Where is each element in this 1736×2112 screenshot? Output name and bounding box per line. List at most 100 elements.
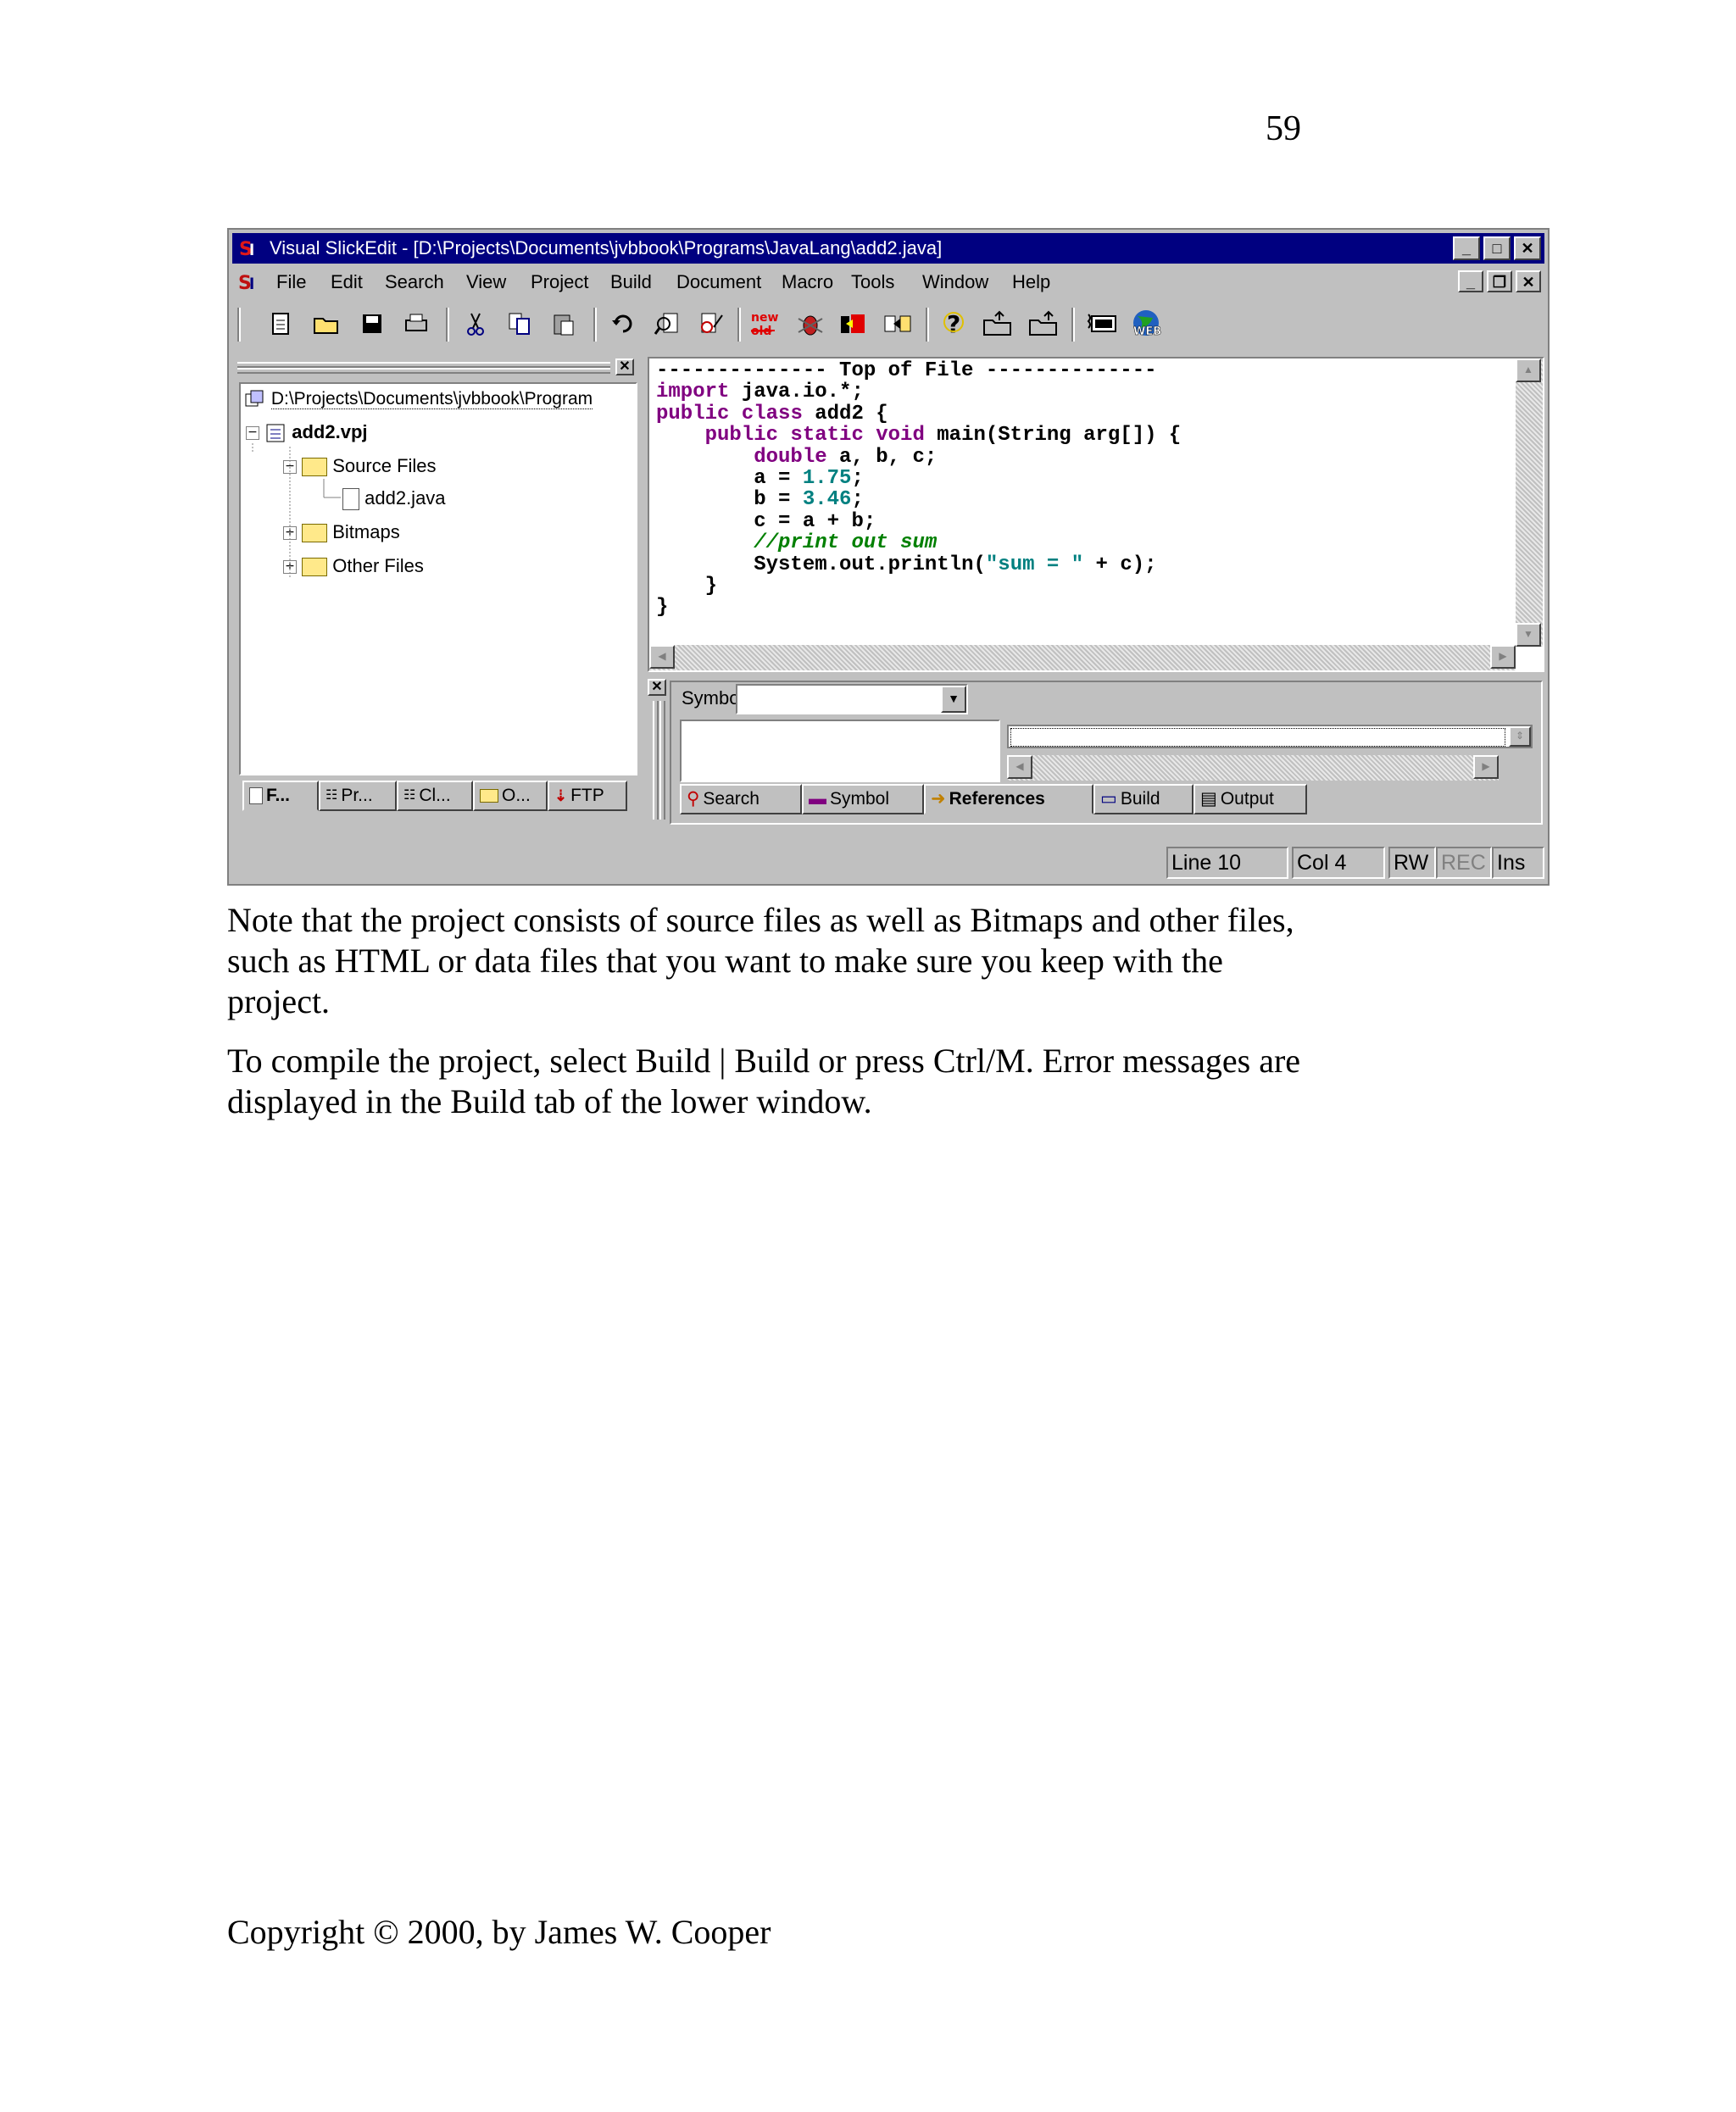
open-folder-icon[interactable] [310, 308, 342, 340]
print-icon[interactable] [400, 308, 432, 340]
tab-files-label: F... [266, 786, 291, 805]
tab-search-label: Search [703, 789, 760, 809]
tab-files[interactable]: F... [242, 781, 319, 811]
help-icon[interactable]: ? [938, 308, 970, 340]
find-icon[interactable] [651, 308, 683, 340]
tab-references[interactable]: ➜ References [924, 784, 1093, 814]
menu-view[interactable]: View [466, 267, 506, 297]
web-icon[interactable]: WEB [1129, 308, 1161, 340]
spin-icon[interactable]: ⇕ [1509, 726, 1531, 747]
status-rw: RW [1388, 847, 1436, 879]
menu-document[interactable]: Document [676, 267, 761, 297]
build-icon: ▭ [1100, 789, 1117, 809]
menu-project[interactable]: Project [531, 267, 588, 297]
slickedit-screenshot: S l Visual SlickEdit - [D:\Projects\Docu… [227, 228, 1550, 886]
class-list-icon: ☷ [403, 788, 416, 803]
menu-tools[interactable]: Tools [851, 267, 894, 297]
code-text-run: java.io.*; [729, 381, 864, 404]
file-icon [249, 787, 263, 804]
debug-bug-icon[interactable] [793, 308, 826, 340]
code-text-run: c = a + b; [754, 509, 876, 533]
code-editor[interactable]: -------------- Top of File -------------… [648, 357, 1544, 672]
tab-symbol[interactable]: ▬ Symbol [802, 784, 924, 814]
menu-file[interactable]: File [276, 267, 306, 297]
menu-window[interactable]: Window [922, 267, 988, 297]
tab-search[interactable]: ⚲ Search [680, 784, 802, 814]
code-keyword: public [656, 402, 730, 425]
code-line-top-of-file: -------------- Top of File -------------… [656, 359, 1157, 382]
doc-restore-button[interactable]: ❐ [1487, 270, 1512, 292]
copyright: Copyright © 2000, by James W. Cooper [227, 1913, 771, 1951]
paragraph-2: To compile the project, select Build | B… [227, 1042, 1301, 1120]
minimize-button[interactable]: _ [1453, 236, 1480, 260]
document-logo-icon: S l [238, 273, 254, 294]
replace-icon[interactable] [693, 308, 726, 340]
cut-icon[interactable] [459, 308, 492, 340]
doc-minimize-button[interactable]: _ [1458, 270, 1483, 292]
editor-vertical-scrollbar[interactable]: ▲ ▼ [1516, 358, 1543, 647]
symbol-combo[interactable]: ▼ [736, 684, 968, 714]
title-bar: S l Visual SlickEdit - [D:\Projects\Docu… [232, 233, 1544, 264]
tab-projects[interactable]: ☷ Pr... [319, 781, 397, 811]
menu-edit[interactable]: Edit [331, 267, 363, 297]
project-tree: D:\Projects\Documents\jvbbook\Program − … [239, 382, 637, 775]
tab-open[interactable]: O... [473, 781, 548, 811]
open-project-icon[interactable] [982, 308, 1014, 340]
ftp-icon: ⇣ [554, 787, 568, 804]
search-icon: ⚲ [687, 789, 700, 809]
close-project-icon[interactable] [1027, 308, 1060, 340]
code-number: 3.46 [802, 488, 852, 512]
code-text-run: + c); [1083, 553, 1157, 576]
svg-text:new: new [751, 311, 778, 325]
tab-build[interactable]: ▭ Build [1093, 784, 1194, 814]
scroll-right-icon[interactable]: ▶ [1490, 645, 1516, 669]
code-comment: //print out sum [754, 531, 938, 555]
window-title: Visual SlickEdit - [D:\Projects\Document… [270, 237, 943, 258]
tab-output[interactable]: ▤ Output [1194, 784, 1307, 814]
project-panel-close-button[interactable]: ✕ [615, 358, 634, 375]
scroll-left-icon[interactable]: ◀ [1007, 755, 1032, 779]
undo-icon[interactable] [607, 308, 639, 340]
menu-build[interactable]: Build [610, 267, 652, 297]
execute-icon[interactable] [882, 308, 914, 340]
tab-ftp[interactable]: ⇣ FTP [548, 781, 627, 811]
scroll-down-icon[interactable]: ▼ [1516, 623, 1541, 647]
new-file-icon[interactable] [264, 308, 297, 340]
tab-classes[interactable]: ☷ Cl... [397, 781, 473, 811]
paragraph-1: Note that the project consists of source… [227, 901, 1294, 1020]
chevron-down-icon[interactable]: ▼ [941, 686, 966, 713]
editor-horizontal-scrollbar[interactable]: ◀ ▶ [649, 645, 1516, 670]
slickedit-logo-icon: S l [237, 237, 261, 259]
copy-icon[interactable] [504, 308, 536, 340]
svg-text:l: l [249, 242, 254, 259]
tab-references-label: References [949, 789, 1045, 809]
doc-close-button[interactable]: ✕ [1516, 270, 1541, 292]
paste-icon[interactable] [548, 308, 580, 340]
save-icon[interactable] [356, 308, 388, 340]
output-icon: ▤ [1200, 789, 1217, 809]
scroll-up-icon[interactable]: ▲ [1516, 358, 1541, 382]
scroll-right-icon[interactable]: ▶ [1473, 755, 1499, 779]
code-text-run: a, b, c; [826, 445, 938, 469]
maximize-button[interactable]: □ [1483, 236, 1511, 260]
references-horizontal-scrollbar[interactable]: ◀ ▶ [1007, 755, 1499, 781]
tab-classes-label: Cl... [419, 786, 451, 805]
tree-lines [252, 443, 341, 579]
symbol-list[interactable] [680, 720, 1000, 782]
menu-macro[interactable]: Macro [782, 267, 833, 297]
scroll-left-icon[interactable]: ◀ [649, 645, 675, 669]
command-line-icon[interactable] [1087, 308, 1119, 340]
toolbar: newold ? WEB [232, 301, 1544, 350]
status-ins: Ins [1492, 847, 1544, 879]
diff-new-old-icon[interactable]: newold [749, 308, 782, 340]
menu-help[interactable]: Help [1012, 267, 1050, 297]
output-panel-close-button[interactable]: ✕ [648, 679, 666, 696]
close-button[interactable]: ✕ [1514, 236, 1541, 260]
tab-ftp-label: FTP [570, 786, 604, 805]
code-text-run: println [887, 553, 974, 576]
menu-search[interactable]: Search [385, 267, 444, 297]
compile-icon[interactable] [837, 308, 870, 340]
code-number: 1.75 [802, 467, 852, 491]
code-closing-brace: } [656, 596, 669, 620]
symbol-icon: ▬ [809, 789, 826, 809]
